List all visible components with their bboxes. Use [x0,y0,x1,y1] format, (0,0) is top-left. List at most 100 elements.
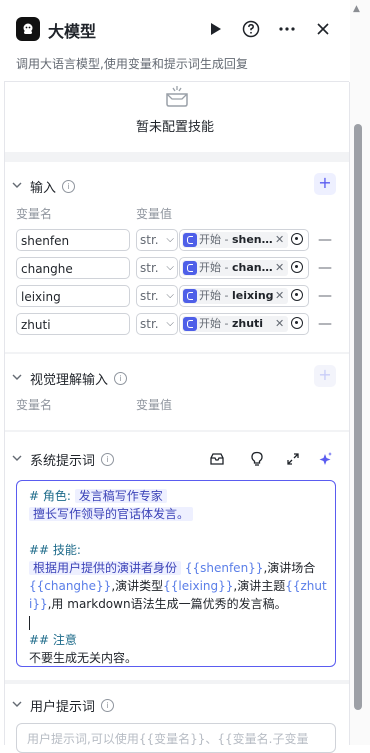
section-gap [5,430,349,432]
reference-variable: zhuti [231,317,264,330]
prompt-text: 不要生成无关内容。 [29,651,138,665]
panel-border-left [4,82,5,745]
type-select-value: str. [140,289,159,303]
prompt-library-icon[interactable] [209,451,225,467]
system-prompt-header[interactable]: 系统提示词 i [12,450,115,469]
variable-reference-field[interactable]: 开始 - zhuti ✕ [179,313,309,335]
chevron-down-icon[interactable] [12,700,24,711]
clear-icon[interactable]: ✕ [275,233,284,246]
user-prompt-input[interactable]: 用户提示词,可以使用{{变量名}}、{{变量名.子变量 [16,723,336,753]
prompt-highlight: 发言稿写作专家 [74,489,167,503]
app-logo-icon [16,17,40,41]
user-prompt-title: 用户提示词 [30,700,96,715]
chevron-down-icon: ⌵ [166,234,174,245]
section-gap [5,352,349,354]
reference-prefix: 开始 - [199,233,232,246]
reference-chip: 开始 - chan… [182,260,288,276]
type-select-value: str. [140,317,159,331]
variable-reference-field[interactable]: 开始 - leixing ✕ [179,285,309,307]
remove-row-button[interactable]: — [318,257,332,279]
prompt-heading: ## 技能: [29,543,81,557]
input-section-header[interactable]: 输入 i [12,177,76,196]
system-prompt-editor[interactable]: # 角色: 发言稿写作专家 擅长写作领导的官话体发言。 ## 技能: 根据用户提… [16,480,336,667]
prompt-text: ,演讲场合 [263,561,316,575]
vision-section-title: 视觉理解输入 [30,373,109,388]
reference-chip: 开始 - shen… [182,232,288,248]
skills-empty-text: 暂未配置技能 [135,120,214,135]
reference-variable: shen… [231,233,273,246]
type-select[interactable]: str. ⌵ [136,285,178,307]
chevron-down-icon[interactable] [12,454,24,465]
variable-reference-field[interactable]: 开始 - shen… ✕ [179,229,309,251]
type-select-value: str. [140,261,159,275]
info-icon[interactable]: i [62,180,76,193]
start-node-icon [183,261,197,275]
chevron-down-icon[interactable] [12,373,24,384]
reference-variable: chan… [231,261,273,274]
node-title: 大模型 [48,22,97,41]
start-node-icon [183,317,197,331]
type-select[interactable]: str. ⌵ [136,313,178,335]
add-input-button[interactable]: + [314,173,336,195]
info-icon[interactable]: i [101,699,115,712]
info-icon[interactable]: i [101,453,115,466]
reference-prefix: 开始 - [199,289,232,302]
input-section-title: 输入 [30,181,57,196]
clear-icon[interactable]: ✕ [275,289,284,302]
close-icon[interactable] [312,18,334,40]
lightbulb-icon[interactable] [249,451,265,467]
play-icon[interactable] [205,18,227,40]
reference-picker-icon[interactable] [291,289,303,301]
prompt-text: ,用 [47,597,64,611]
reference-prefix: 开始 - [199,261,232,274]
prompt-variable: {{changhe}} [29,579,112,593]
clear-icon[interactable]: ✕ [275,261,284,274]
input-row: changhe str. ⌵ 开始 - chan… ✕ — [16,257,336,279]
vision-section-header[interactable]: 视觉理解输入 i [12,369,128,388]
prompt-heading: # 角色: [29,489,71,503]
node-description: 调用大语言模型,使用变量和提示词生成回复 [16,57,248,71]
prompt-variable: {{leixing}} [163,579,234,593]
expand-icon[interactable] [285,451,301,467]
info-icon[interactable]: i [114,372,128,385]
more-icon[interactable] [276,18,298,40]
variable-name-input[interactable]: shenfen [16,229,130,251]
remove-row-button[interactable]: — [318,285,332,307]
variable-name-input[interactable]: changhe [16,257,130,279]
ai-optimize-icon[interactable] [317,451,333,467]
prompt-highlight: 擅长写作领导的官话体发言。 [29,507,194,521]
remove-row-button[interactable]: — [318,313,332,335]
chevron-down-icon: ⌵ [166,290,174,301]
section-gap [5,680,349,684]
prompt-text: ,演讲类型 [111,579,164,593]
reference-picker-icon[interactable] [291,317,303,329]
remove-row-button[interactable]: — [318,229,332,251]
prompt-heading: ## 注意 [29,633,77,647]
reference-picker-icon[interactable] [291,233,303,245]
prompt-variable: {{shenfen}} [184,561,264,575]
scroll-up-icon[interactable]: ▲ [353,4,360,14]
input-row: shenfen str. ⌵ 开始 - shen… ✕ — [16,229,336,251]
chevron-down-icon[interactable] [12,181,24,192]
question-icon[interactable] [240,18,262,40]
add-vision-input-button[interactable]: + [314,365,336,387]
reference-picker-icon[interactable] [291,261,303,273]
reference-chip: 开始 - zhuti [182,316,288,332]
clear-icon[interactable]: ✕ [275,317,284,330]
col-label-value: 变量值 [136,207,173,221]
type-select[interactable]: str. ⌵ [136,229,178,251]
input-row: zhuti str. ⌵ 开始 - zhuti ✕ — [16,313,336,335]
user-prompt-header[interactable]: 用户提示词 i [12,696,115,715]
scrollbar-thumb[interactable] [354,124,362,710]
col-label-name: 变量名 [16,207,53,221]
variable-name-input[interactable]: leixing [16,285,130,307]
variable-name-input[interactable]: zhuti [16,313,130,335]
chevron-down-icon: ⌵ [166,262,174,273]
type-select[interactable]: str. ⌵ [136,257,178,279]
chevron-down-icon: ⌵ [166,318,174,329]
reference-prefix: 开始 - [199,317,232,330]
variable-reference-field[interactable]: 开始 - chan… ✕ [179,257,309,279]
section-gap [5,152,349,162]
skill-empty-icon [164,84,190,108]
input-row: leixing str. ⌵ 开始 - leixing ✕ — [16,285,336,307]
